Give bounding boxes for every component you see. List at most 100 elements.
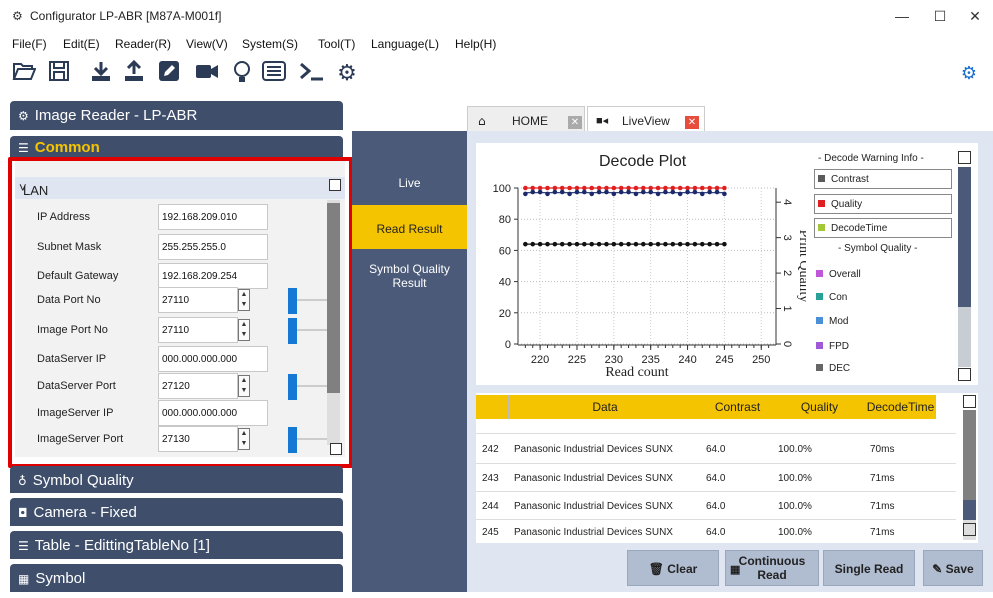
terminal-icon[interactable] [298,60,326,88]
edit-icon[interactable] [155,60,183,88]
cell-contrast: 64.0 [706,501,726,512]
header-decodetime[interactable]: DecodeTime [866,395,936,419]
data-point [574,189,580,195]
data-point [714,185,720,191]
reader-header[interactable]: ⚙ Image Reader - LP-ABR [10,101,343,130]
data-point [552,189,558,195]
cell-contrast: 64.0 [706,527,726,538]
cell-quality: 100.0% [778,501,812,512]
y-tick-label: 20 [499,308,511,320]
x-tick-label: 250 [752,354,770,366]
y2-tick-label: 4 [781,199,793,205]
data-point [604,189,609,195]
data-point [677,191,683,197]
data-point [559,241,565,247]
data-point [641,189,646,195]
data-point [699,191,705,197]
data-point [633,241,639,247]
legend-label: DEC [829,363,851,374]
single-read-button[interactable]: Single Read [823,550,915,586]
data-point [685,185,690,191]
data-point [530,241,536,247]
symbol-quality-header[interactable]: ♁ Symbol Quality [10,466,343,493]
y-tick-label: 40 [499,277,511,289]
data-point [648,241,653,247]
cell-quality: 100.0% [778,527,812,538]
cell-quality: 100.0% [778,473,812,484]
y2-tick-label: 0 [781,341,793,347]
cell-time: 71ms [870,473,895,484]
data-point [559,185,565,191]
lightbulb-icon[interactable] [228,60,256,88]
legend-item: DEC [816,363,850,374]
cell-no: 244 [482,501,499,512]
cell-contrast: 64.0 [706,473,726,484]
settings-gears-icon[interactable]: ⚙ [955,60,983,88]
legend-item: Overall [816,269,861,280]
data-point [604,241,609,247]
camera-header[interactable]: ◘ Camera - Fixed [10,498,343,526]
nav-symbol-quality-result[interactable]: Symbol Quality Result [352,262,467,290]
menu-view[interactable]: View(V) [186,37,228,51]
tab-liveview-label: LiveView [622,114,670,128]
nav-live[interactable]: Live [352,176,467,190]
data-point [589,241,595,247]
tab-home-close-icon[interactable]: ✕ [568,116,582,129]
data-point [567,191,572,197]
legend-swatch [816,293,823,300]
data-point [596,189,602,195]
header-data[interactable]: Data [509,395,702,419]
menu-reader[interactable]: Reader(R) [115,37,171,51]
tab-home[interactable]: ⌂ HOME ✕ [467,106,585,134]
open-folder-icon[interactable] [10,60,38,88]
header-contrast[interactable]: Contrast [702,395,774,419]
legend-item: DecodeTime [814,218,952,238]
menu-help[interactable]: Help(H) [455,37,496,51]
data-point [604,185,609,191]
maximize-button[interactable]: ☐ [920,4,960,28]
legend-bottom-checkbox[interactable] [958,368,971,381]
legend-scrollbar-thumb[interactable] [958,167,971,307]
tab-liveview[interactable]: ■◂ LiveView ✕ [587,106,705,134]
list-icon[interactable] [260,60,288,88]
data-point [611,185,617,191]
x-tick-label: 245 [715,354,733,366]
menu-tool[interactable]: Tool(T) [318,37,355,51]
close-button[interactable]: ✕ [955,4,993,28]
tab-liveview-close-icon[interactable]: ✕ [685,116,699,129]
header-quality[interactable]: Quality [774,395,866,419]
camera-icon[interactable] [193,60,221,88]
highlight-box [8,157,353,468]
minimize-button[interactable]: — [882,4,922,28]
upload-icon[interactable] [120,59,148,88]
data-point [545,241,550,247]
y-tick-label: 100 [493,183,511,195]
menu-system[interactable]: System(S) [242,37,298,51]
data-point [655,241,661,247]
camera-small-icon: ◘ [18,506,28,520]
menu-edit[interactable]: Edit(E) [63,37,100,51]
continuous-read-button[interactable]: ▦ Continuous Read [725,550,819,586]
data-point [530,189,536,195]
nav-symbol-quality-line2: Result [392,276,427,290]
save-button[interactable]: ✎ Save [923,550,983,586]
y2-tick-label: 2 [781,270,793,276]
cell-data: Panasonic Industrial Devices SUNX [514,473,673,484]
symbol-header[interactable]: ▦ Symbol [10,564,343,592]
app-gear-icon: ⚙ [12,9,23,23]
data-point [523,185,528,191]
download-icon[interactable] [87,60,115,88]
data-point [537,185,543,191]
table-scrollbar-thumb[interactable] [963,410,976,500]
legend-top-checkbox[interactable] [958,151,971,164]
nav-read-result[interactable]: Read Result [352,205,467,249]
table-bottom-checkbox[interactable] [963,523,976,536]
gear-icon[interactable]: ⚙ [333,60,361,88]
menu-file[interactable]: File(F) [12,37,47,51]
data-point [663,241,668,247]
table-top-checkbox[interactable] [963,395,976,408]
clear-button[interactable]: 🗑 Clear [627,550,719,586]
menu-language[interactable]: Language(L) [371,37,439,51]
save-disk-icon[interactable] [45,60,73,88]
table-header[interactable]: ☰ Table - EdittingTableNo [1] [10,531,343,559]
